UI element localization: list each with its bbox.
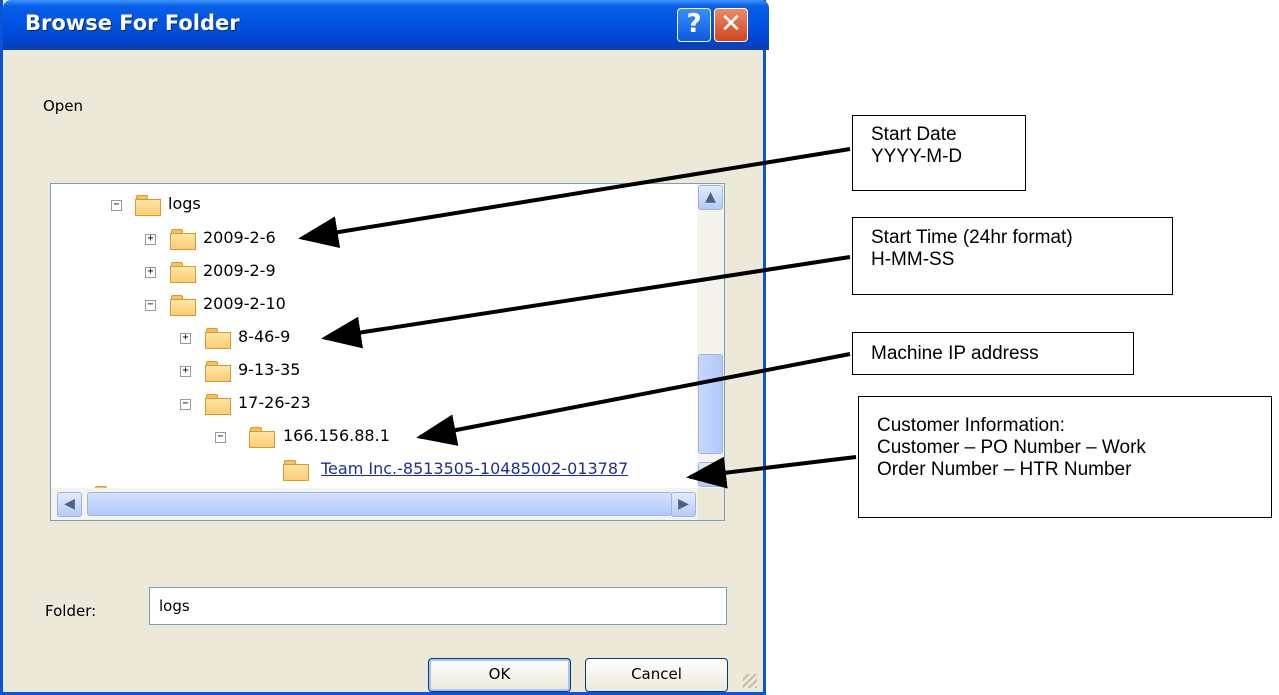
arrow-customer-info [686,455,857,489]
arrow-start-date [298,147,851,249]
arrow-start-time [321,255,851,349]
annotation-arrows [298,147,857,489]
arrow-machine-ip [416,352,851,446]
